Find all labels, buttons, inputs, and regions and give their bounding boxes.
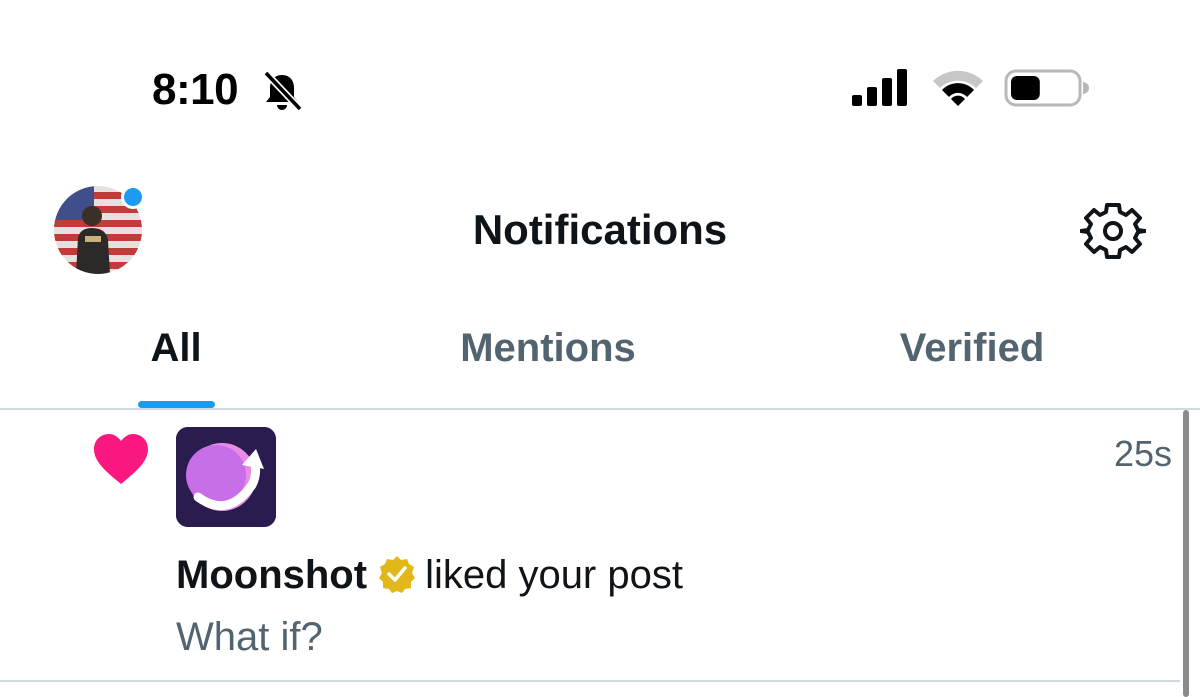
notification-text: Moonshot liked your post — [176, 550, 683, 600]
row-divider — [0, 680, 1180, 682]
notification-time: 25s — [1113, 433, 1172, 474]
gear-icon[interactable] — [1080, 200, 1146, 262]
bell-slash-icon — [263, 70, 303, 112]
tabs-divider — [0, 408, 1200, 410]
notification-action: liked your post — [425, 553, 683, 597]
scrollbar[interactable] — [1183, 410, 1189, 697]
status-time: 8:10 — [152, 65, 239, 114]
wifi-icon — [933, 70, 983, 106]
moonshot-logo[interactable] — [176, 427, 276, 527]
heart-icon — [94, 434, 148, 484]
notifications-screen: 8:10 Notifications All Mentions Verified… — [0, 0, 1200, 697]
moonshot-logo-image — [176, 427, 276, 527]
active-tab-indicator — [138, 401, 215, 408]
tab-all[interactable]: All — [96, 320, 256, 376]
tab-verified[interactable]: Verified — [852, 320, 1092, 376]
post-preview-text: What if? — [176, 615, 323, 659]
page-title: Notifications — [472, 206, 728, 253]
gold-verified-badge-icon — [379, 556, 416, 593]
actor-name[interactable]: Moonshot — [176, 553, 367, 597]
battery-icon — [1004, 69, 1089, 107]
cellular-signal-icon — [852, 69, 907, 106]
tab-mentions[interactable]: Mentions — [408, 320, 688, 376]
